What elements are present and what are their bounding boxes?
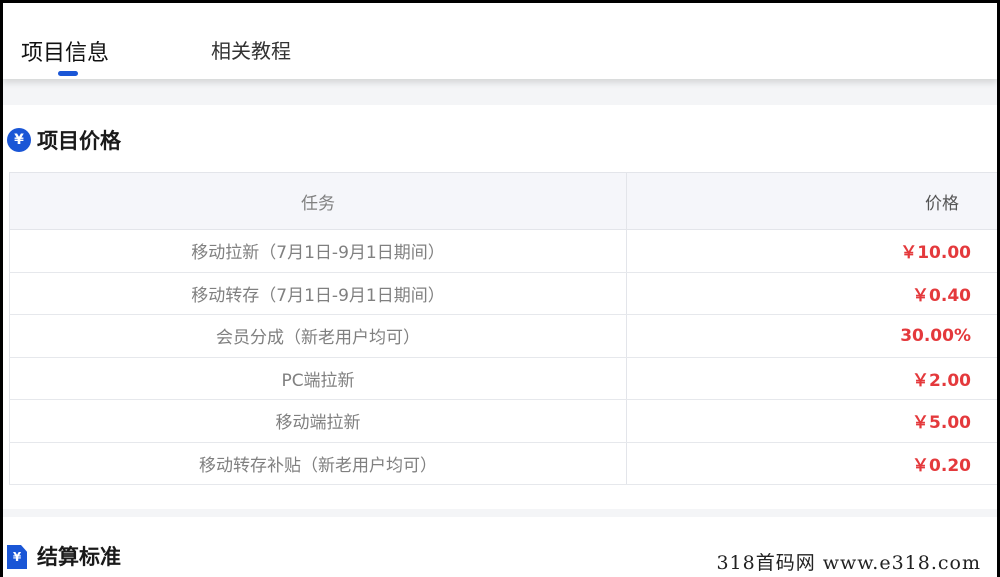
task-cell: 移动拉新（7月1日-9月1日期间） — [9, 229, 627, 273]
task-cell: PC端拉新 — [9, 357, 627, 400]
price-table: 任务 价格 移动拉新（7月1日-9月1日期间） ￥10.00 移动转存（7月1日… — [9, 172, 997, 485]
tab-bar: 项目信息 相关教程 — [3, 3, 997, 79]
table-row: 移动端拉新 ￥5.00 — [9, 399, 997, 443]
table-row: 移动转存（7月1日-9月1日期间） ￥0.40 — [9, 272, 997, 315]
task-cell: 移动转存（7月1日-9月1日期间） — [9, 272, 627, 315]
price-cell: ￥2.00 — [626, 357, 997, 400]
price-cell: ￥0.40 — [626, 272, 997, 315]
tab-related-tutorials[interactable]: 相关教程 — [211, 35, 291, 64]
app-frame: 项目信息 相关教程 ¥ 项目价格 任务 价格 移动拉新（7月1日-9月1日期间）… — [3, 3, 997, 577]
table-row: PC端拉新 ￥2.00 — [9, 357, 997, 400]
tab-project-info[interactable]: 项目信息 — [21, 35, 109, 67]
document-yen-icon: ¥ — [7, 545, 27, 569]
price-card: ¥ 项目价格 任务 价格 移动拉新（7月1日-9月1日期间） ￥10.00 移动… — [3, 105, 997, 509]
table-row: 移动拉新（7月1日-9月1日期间） ￥10.00 — [9, 229, 997, 273]
task-cell: 移动端拉新 — [9, 399, 627, 443]
table-row: 会员分成（新老用户均可） 30.00% — [9, 314, 997, 358]
yen-badge-icon: ¥ — [7, 128, 31, 152]
table-header-row: 任务 价格 — [9, 172, 997, 230]
task-cell: 移动转存补贴（新老用户均可） — [9, 442, 627, 485]
column-header-price: 价格 — [626, 172, 997, 230]
price-cell: 30.00% — [626, 314, 997, 358]
price-section-title: 项目价格 — [37, 129, 121, 153]
table-row: 移动转存补贴（新老用户均可） ￥0.20 — [9, 442, 997, 485]
active-tab-indicator — [58, 71, 78, 76]
price-cell: ￥5.00 — [626, 399, 997, 443]
price-cell: ￥0.20 — [626, 442, 997, 485]
settlement-section-title: 结算标准 — [37, 545, 121, 569]
price-section-header: ¥ 项目价格 — [7, 125, 121, 155]
watermark-text: 318首码网 www.e318.com — [710, 548, 987, 575]
column-header-task: 任务 — [9, 172, 627, 230]
price-cell: ￥10.00 — [626, 229, 997, 273]
task-cell: 会员分成（新老用户均可） — [9, 314, 627, 358]
